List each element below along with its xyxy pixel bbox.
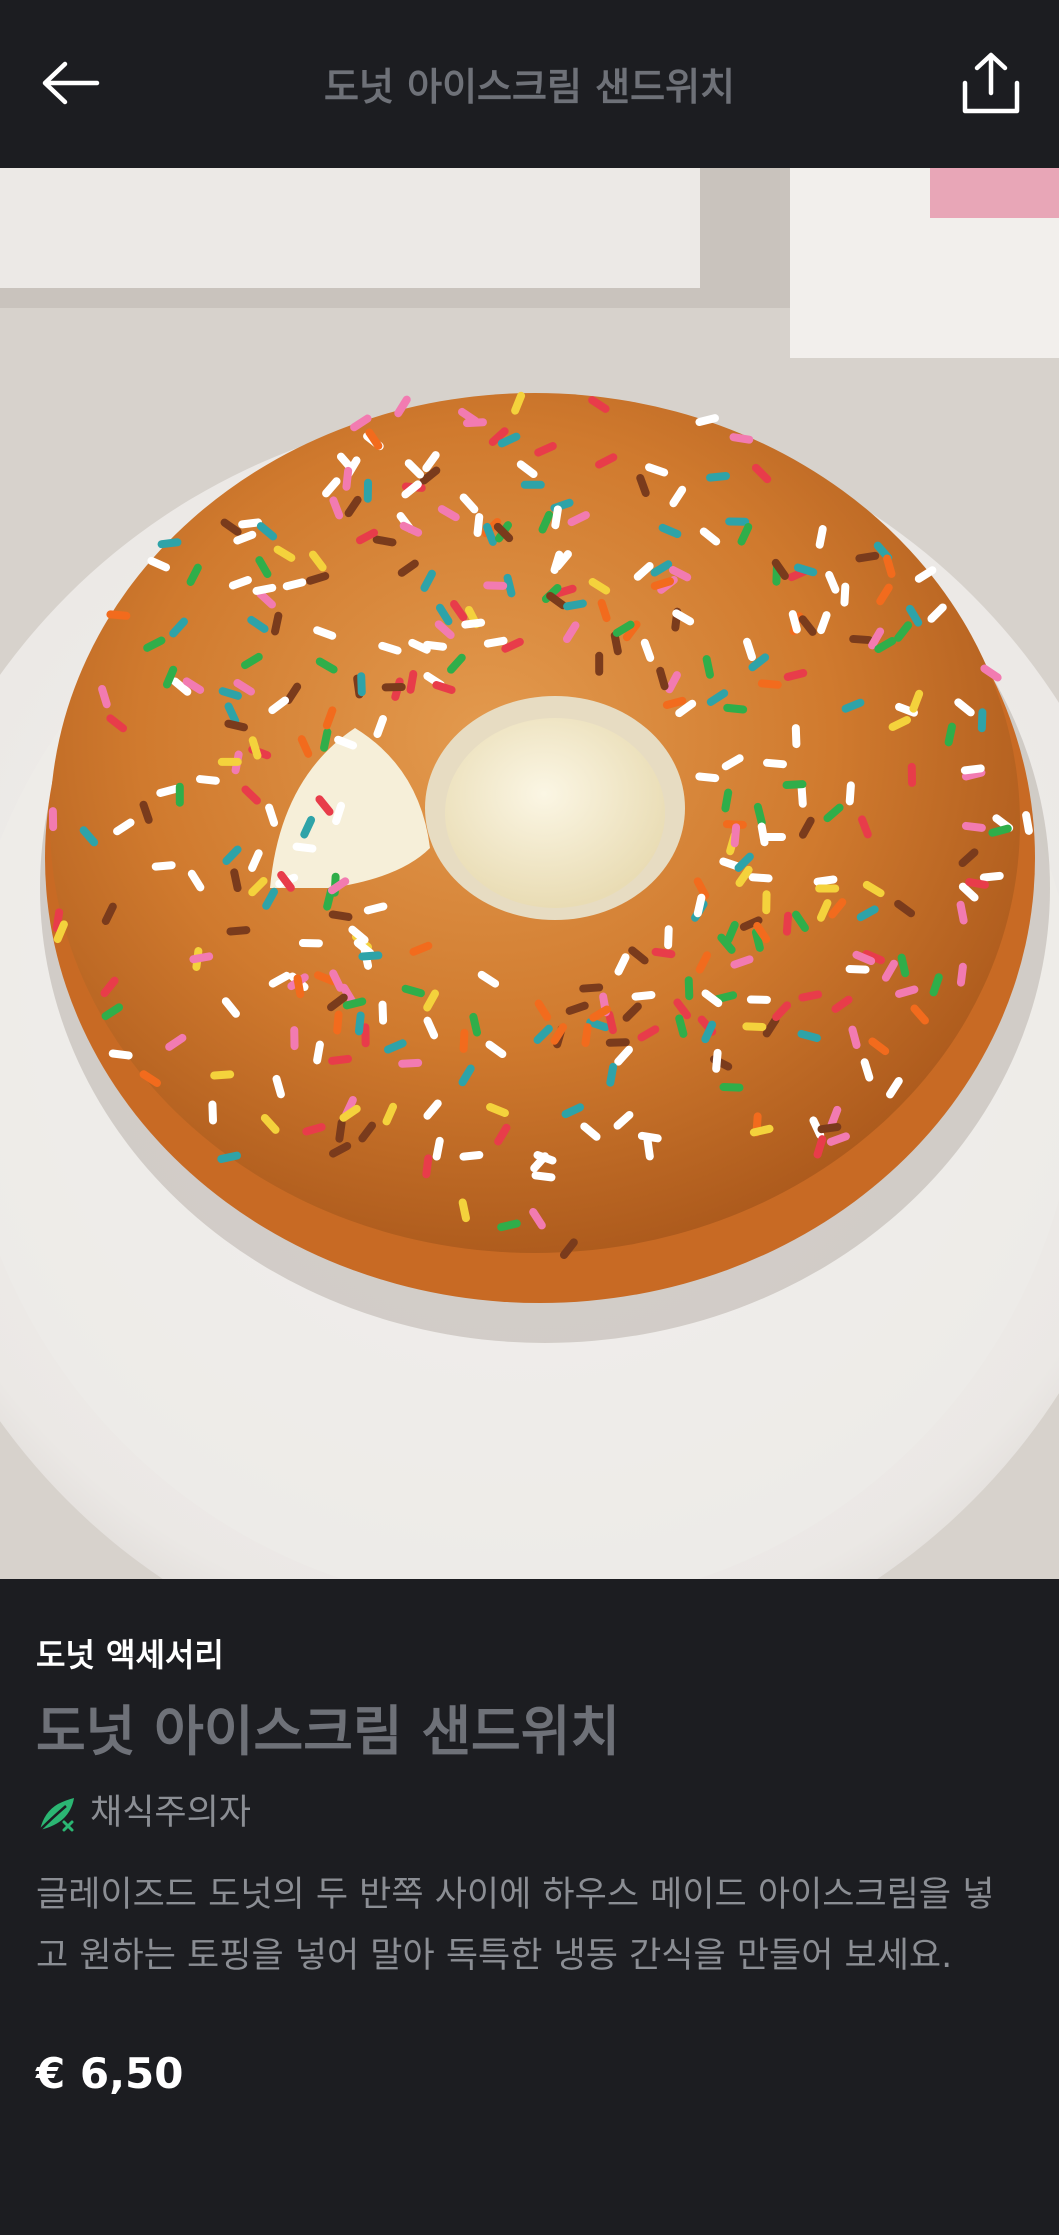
photo-box-back xyxy=(0,168,700,288)
sprinkle xyxy=(290,1026,299,1051)
vegan-leaf-icon xyxy=(39,1798,74,1832)
product-category: 도넛 액세서리 xyxy=(36,1636,224,1674)
sprinkle xyxy=(746,995,771,1004)
product-price: € 6,50 xyxy=(36,2049,184,2098)
sprinkle xyxy=(363,478,373,503)
sprinkle xyxy=(845,781,855,806)
product-info: 도넛 액세서리 도넛 아이스크림 샌드위치 채식주의자 글레이즈드 도넛의 두 … xyxy=(36,1579,1026,2099)
sprinkle xyxy=(459,1028,469,1053)
sprinkle xyxy=(762,890,771,915)
sprinkle xyxy=(782,780,807,790)
sprinkle xyxy=(815,884,840,893)
sprinkle xyxy=(217,757,242,766)
diet-tag: 채식주의자 xyxy=(36,1791,1026,1835)
sprinkle xyxy=(378,1000,388,1025)
share-button[interactable] xyxy=(951,44,1031,124)
sprinkle xyxy=(748,873,773,883)
sprinkle xyxy=(782,911,793,936)
sprinkle xyxy=(48,807,58,832)
sprinkle xyxy=(742,1022,767,1031)
page-title: 도넛 아이스크림 샌드위치 xyxy=(323,65,736,109)
sprinkle xyxy=(791,724,801,749)
photo-ice-cream xyxy=(445,718,665,908)
sprinkle xyxy=(719,1083,744,1092)
arrow-left-icon xyxy=(42,61,100,105)
sprinkle xyxy=(977,708,987,733)
back-button[interactable] xyxy=(30,48,112,118)
share-icon xyxy=(962,52,1020,114)
sprinkle xyxy=(298,939,323,948)
product-description: 글레이즈드 도넛의 두 반쪽 사이에 하우스 메이드 아이스크림을 넣고 원하는… xyxy=(36,1875,995,1976)
sprinkle xyxy=(684,976,694,1001)
diet-tag-label: 채식주의자 xyxy=(90,1793,252,1833)
sprinkle xyxy=(845,965,870,974)
sprinkle xyxy=(579,983,604,993)
sprinkle xyxy=(605,1038,630,1047)
product-title: 도넛 아이스크림 샌드위치 xyxy=(36,1700,621,1763)
sprinkle xyxy=(381,683,406,692)
sprinkle xyxy=(840,582,850,607)
sprinkle xyxy=(357,672,366,697)
sprinkle xyxy=(907,762,917,787)
top-bar: 도넛 아이스크림 샌드위치 xyxy=(0,0,1059,168)
sprinkle xyxy=(483,581,508,590)
sprinkle xyxy=(664,925,673,950)
sprinkle xyxy=(520,480,545,489)
sprinkle xyxy=(595,651,604,676)
sprinkle xyxy=(210,1070,235,1080)
sprinkle xyxy=(175,782,184,807)
sprinkle xyxy=(398,1058,423,1068)
sprinkle xyxy=(208,1100,217,1125)
sprinkle xyxy=(358,951,383,961)
photo-bowl-sprinkles xyxy=(930,168,1059,218)
product-image xyxy=(0,168,1059,1579)
